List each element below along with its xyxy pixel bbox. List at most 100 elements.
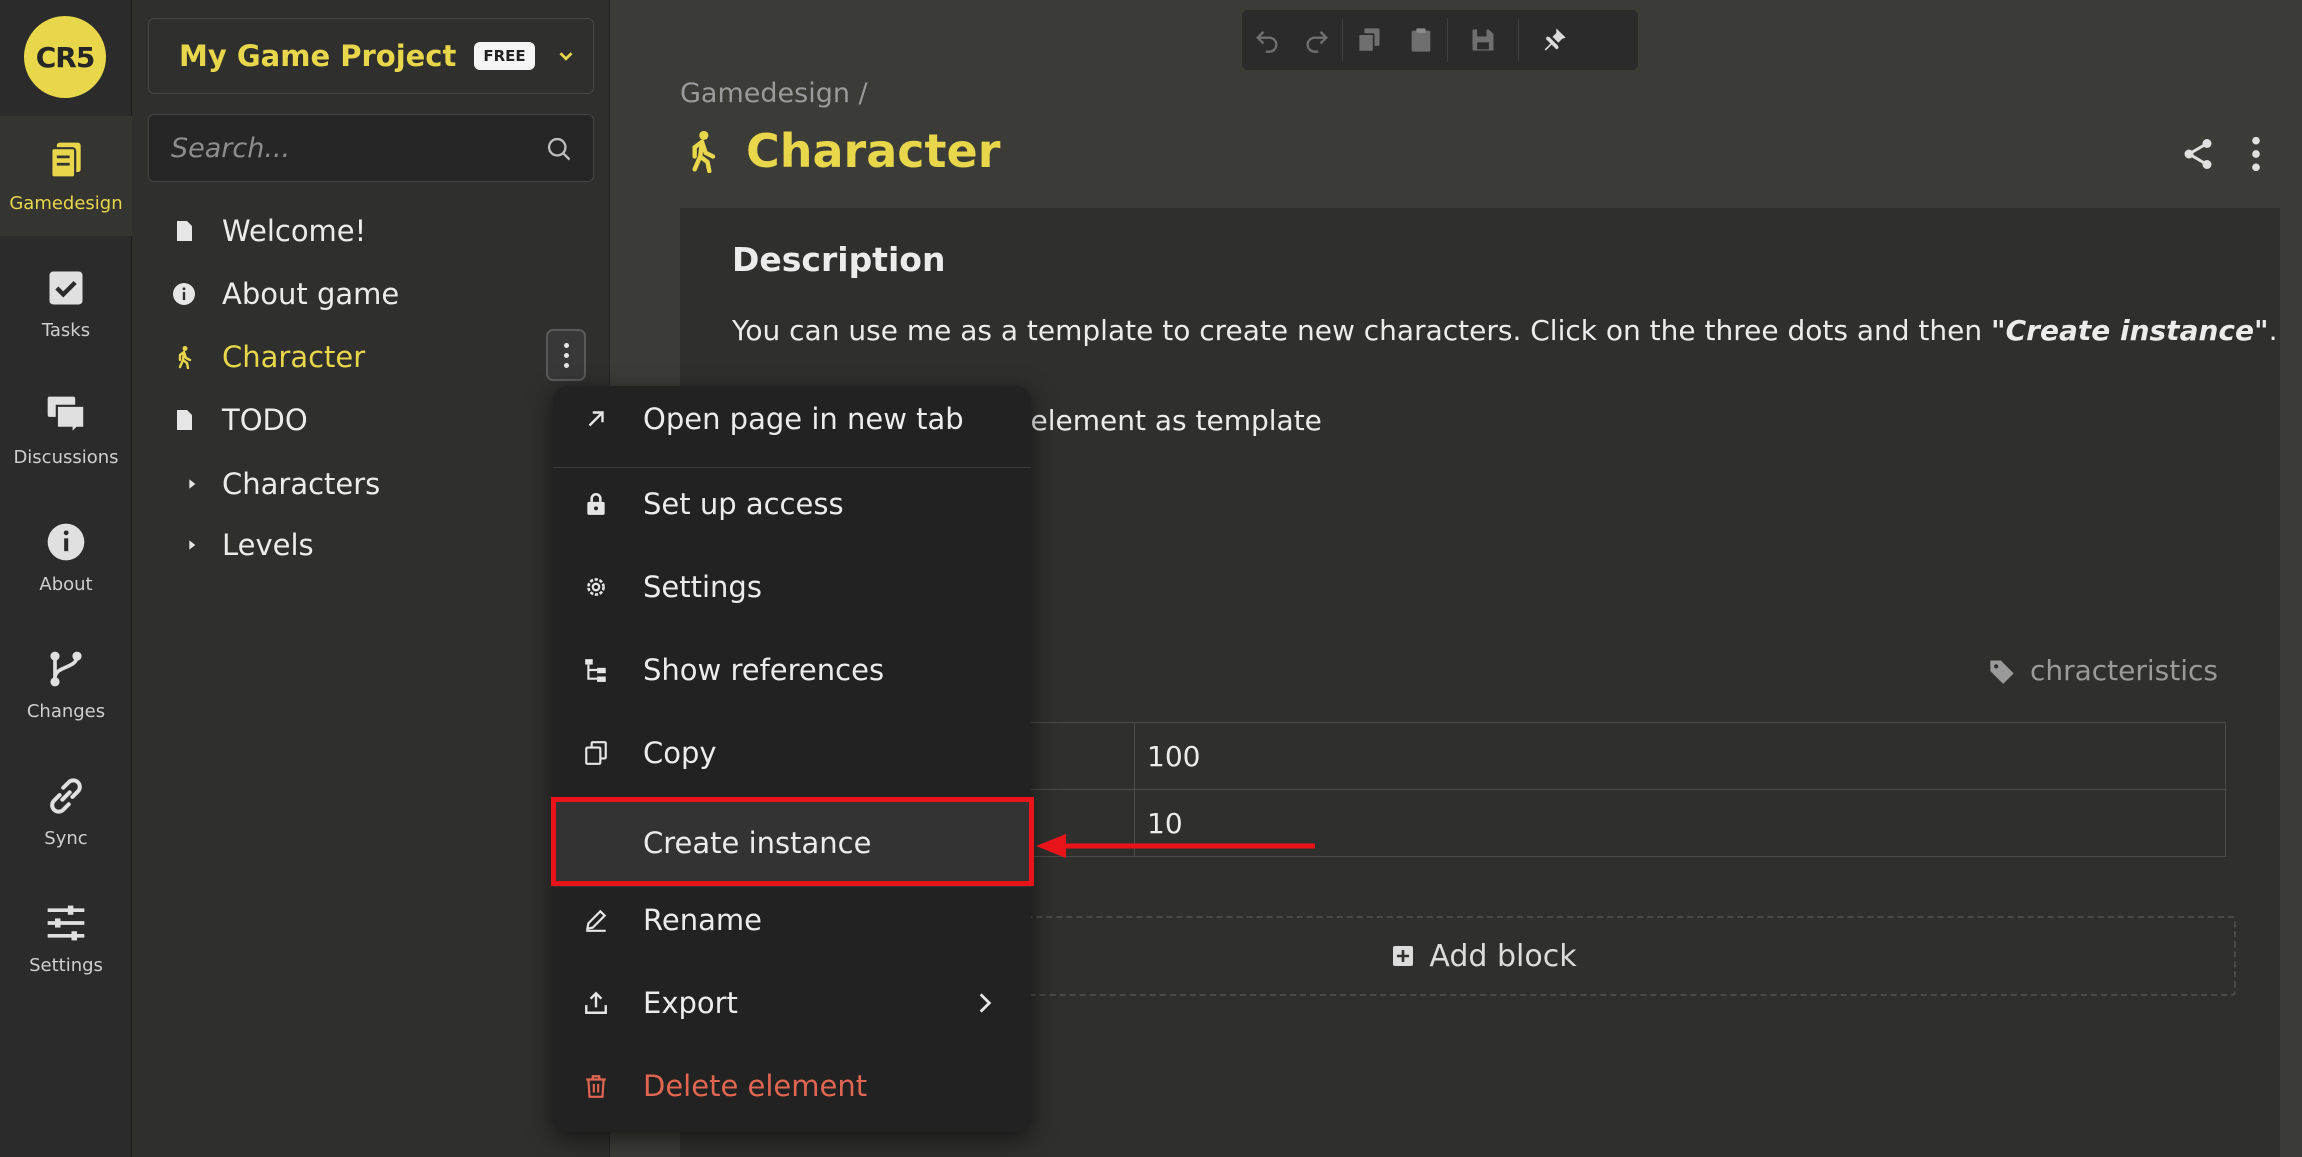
tag-icon xyxy=(1990,660,2014,684)
menu-item-label: Set up access xyxy=(643,487,844,521)
project-selector[interactable]: My Game Project FREE xyxy=(148,18,594,94)
tag[interactable]: chracteristics xyxy=(1988,654,2218,687)
tree-item-label: Levels xyxy=(222,528,314,562)
rail-label: Discussions xyxy=(13,446,119,468)
menu-item-label: Show references xyxy=(643,653,885,687)
rail-item-sync[interactable]: Sync xyxy=(0,751,132,871)
description-emphasis: "Create instance" xyxy=(1991,314,2269,347)
rail-item-changes[interactable]: Changes xyxy=(0,624,132,744)
tree-item-label: Welcome! xyxy=(222,214,367,248)
more-options-button[interactable] xyxy=(546,329,586,381)
copy-icon xyxy=(585,741,607,765)
menu-item-label: Rename xyxy=(643,903,762,937)
info-icon xyxy=(172,282,196,306)
rail-item-tasks[interactable]: Tasks xyxy=(0,243,132,363)
tree-folder-characters[interactable]: Characters xyxy=(180,459,380,509)
undo-button[interactable] xyxy=(1242,10,1292,70)
walking-figure-icon xyxy=(172,345,196,369)
sliders-icon xyxy=(47,905,85,940)
description-text: You can use me as a template to create n… xyxy=(732,314,2277,347)
menu-item-rename[interactable]: Rename xyxy=(553,887,1031,953)
app-logo[interactable]: CR5 xyxy=(24,16,106,98)
project-name: My Game Project xyxy=(179,39,457,73)
chevron-right-icon xyxy=(979,993,992,1013)
add-block-label: Add block xyxy=(1429,938,1577,974)
menu-item-show-references[interactable]: Show references xyxy=(553,637,1031,703)
page-title-text: Character xyxy=(746,124,1001,178)
redo-button[interactable] xyxy=(1292,10,1342,70)
rail-item-discussions[interactable]: Discussions xyxy=(0,370,132,490)
menu-item-copy[interactable]: Copy xyxy=(553,720,1031,786)
search-input[interactable] xyxy=(149,115,593,181)
plan-badge: FREE xyxy=(474,42,535,70)
tree-item-label: About game xyxy=(222,277,400,311)
more-vertical-icon[interactable] xyxy=(2244,134,2268,174)
menu-item-export[interactable]: Export xyxy=(553,970,1031,1036)
menu-divider xyxy=(553,467,1031,468)
rail-item-settings[interactable]: Settings xyxy=(0,878,132,998)
menu-item-settings[interactable]: Settings xyxy=(553,554,1031,620)
tree-folder-levels[interactable]: Levels xyxy=(180,520,314,570)
save-icon xyxy=(1472,29,1494,51)
rail-item-about[interactable]: About xyxy=(0,497,132,617)
arrow-up-right-icon xyxy=(588,411,604,427)
tree-item-character[interactable]: Character xyxy=(172,332,365,382)
tree-item-todo[interactable]: TODO xyxy=(172,395,308,445)
menu-item-set-up-access[interactable]: Set up access xyxy=(553,471,1031,537)
info-icon xyxy=(47,523,85,560)
dot xyxy=(563,342,569,348)
menu-item-label: Settings xyxy=(643,570,762,604)
link-icon xyxy=(50,777,82,814)
page-icon xyxy=(172,219,196,243)
tree-item-label: Characters xyxy=(222,467,381,501)
walking-figure-icon xyxy=(692,130,716,173)
pencil-icon xyxy=(585,909,607,932)
paste-button[interactable] xyxy=(1395,10,1447,70)
rail-label: Sync xyxy=(44,827,88,849)
pin-toolbar-button[interactable] xyxy=(1519,10,1589,70)
caret-right-icon[interactable] xyxy=(180,533,204,557)
annotation-highlight-box xyxy=(551,797,1034,886)
chat-icon xyxy=(47,396,86,436)
search-icon[interactable] xyxy=(545,135,573,163)
rail-label: Settings xyxy=(29,954,103,976)
rail-label: Gamedesign xyxy=(9,192,123,214)
description-heading: Description xyxy=(732,240,946,279)
save-button[interactable] xyxy=(1448,10,1518,70)
branch-icon xyxy=(50,651,82,686)
dot xyxy=(563,362,569,368)
trash-icon xyxy=(586,1075,606,1098)
copy-icon xyxy=(1357,28,1380,53)
menu-item-open-new-tab[interactable]: Open page in new tab xyxy=(553,386,1031,452)
clipboard-icon xyxy=(1411,28,1431,52)
tree-item-welcome[interactable]: Welcome! xyxy=(172,206,366,256)
caret-right-icon[interactable] xyxy=(180,472,204,496)
sidebar: My Game Project FREE Welcome! About game… xyxy=(132,0,610,1157)
menu-item-delete-element[interactable]: Delete element xyxy=(553,1053,1031,1119)
editor-toolbar xyxy=(1242,10,1638,70)
search-box xyxy=(148,114,594,182)
page-icon xyxy=(172,408,196,432)
dot xyxy=(563,352,569,358)
context-menu: Open page in new tab Set up access Setti… xyxy=(553,386,1031,1132)
rail-label: Tasks xyxy=(41,319,91,341)
rail-item-gamedesign[interactable]: Gamedesign xyxy=(0,116,132,236)
table-cell-value[interactable]: 100 xyxy=(1134,722,2226,790)
tree-item-label: Character xyxy=(222,340,366,374)
rail-label: About xyxy=(39,573,93,595)
upload-icon xyxy=(585,991,607,1014)
undo-icon xyxy=(1256,31,1278,53)
tree-references-icon xyxy=(585,659,606,682)
menu-item-label: Export xyxy=(643,986,738,1020)
menu-item-label: Delete element xyxy=(643,1069,868,1103)
description-text-body: You can use me as a template to create n… xyxy=(732,314,1992,347)
left-rail: CR5 Gamedesign Tasks Discussions About C… xyxy=(0,0,132,1157)
share-icon[interactable] xyxy=(2180,136,2216,172)
lock-icon xyxy=(587,492,605,515)
tag-label: chracteristics xyxy=(2029,654,2218,687)
breadcrumb[interactable]: Gamedesign / xyxy=(680,78,868,109)
tree-item-about-game[interactable]: About game xyxy=(172,269,399,319)
tree-item-label: TODO xyxy=(222,403,308,437)
rail-label: Changes xyxy=(26,700,106,722)
copy-button[interactable] xyxy=(1343,10,1395,70)
